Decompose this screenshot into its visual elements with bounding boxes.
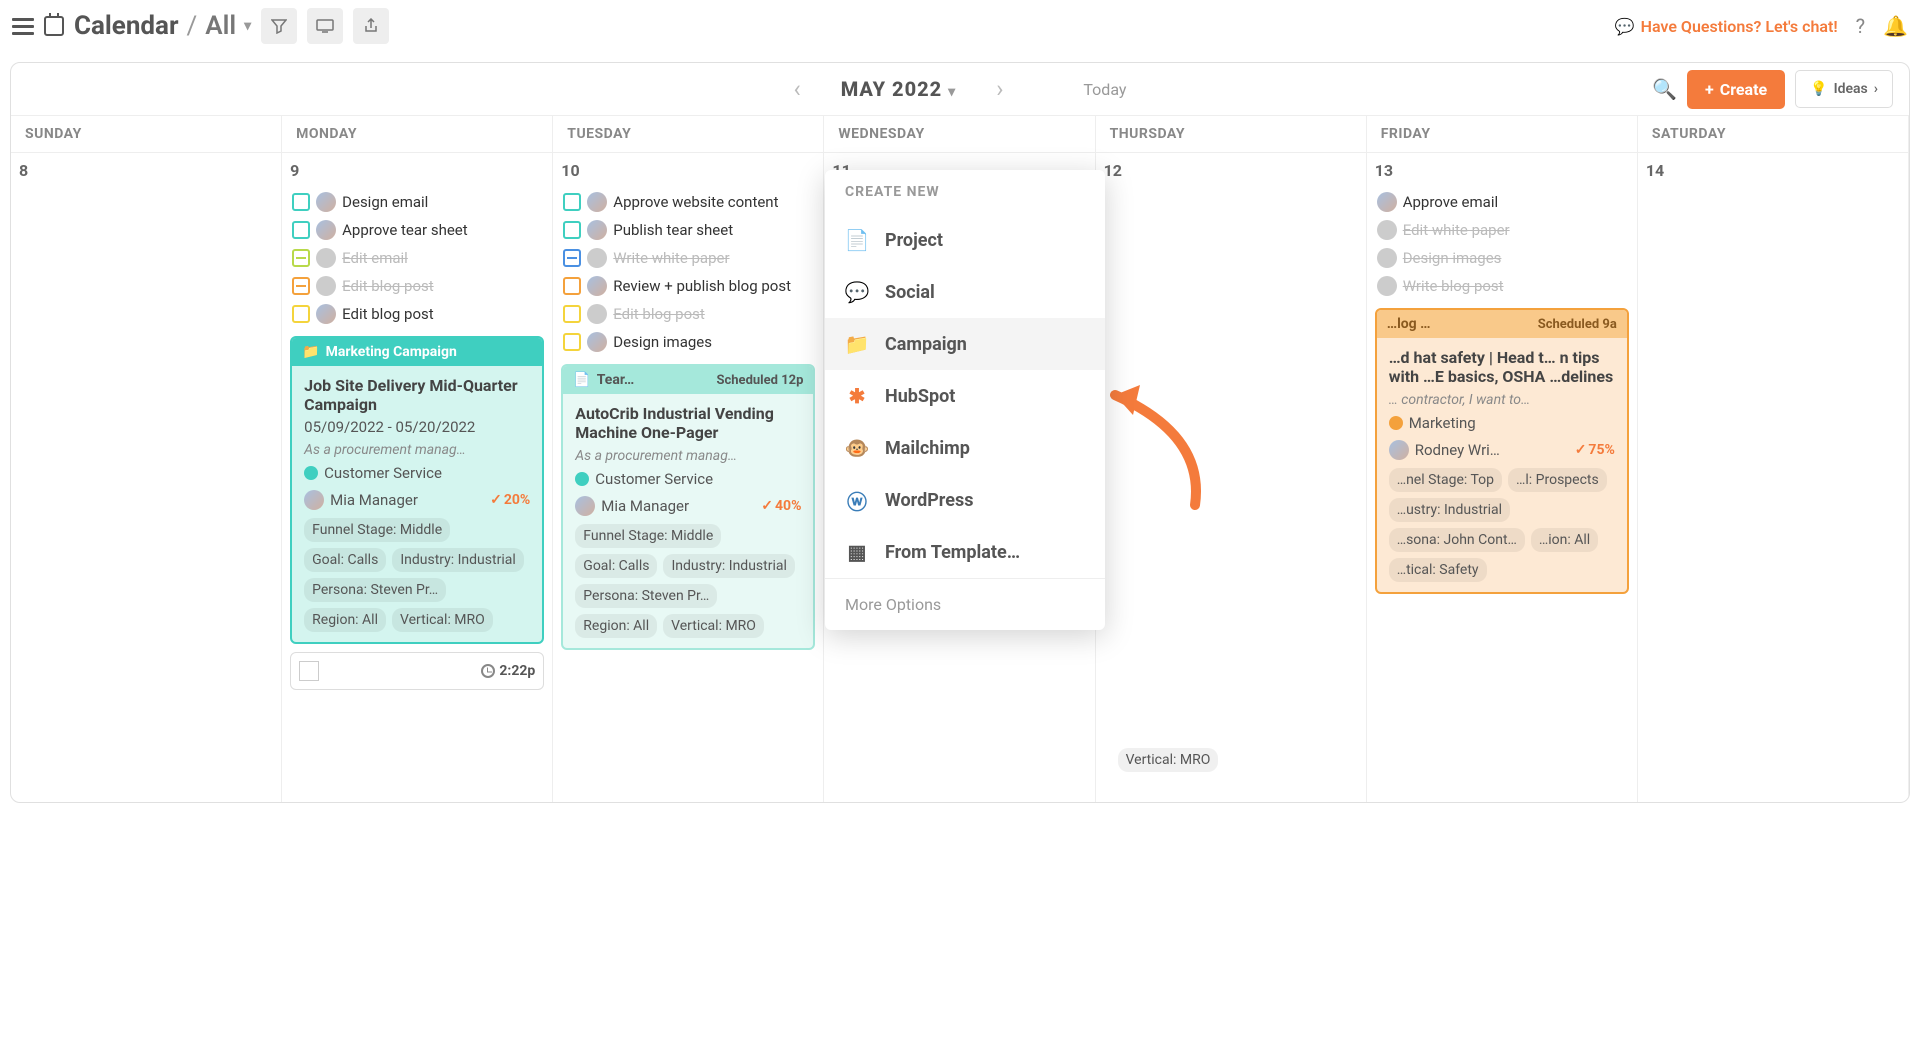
task[interactable]: Design images	[1375, 244, 1629, 272]
task[interactable]: Approve tear sheet	[290, 216, 544, 244]
task[interactable]: Edit blog post	[290, 272, 544, 300]
menu-icon[interactable]	[12, 18, 34, 35]
wordpress-icon: ⓦ	[845, 488, 869, 512]
dd-social[interactable]: 💬Social	[825, 266, 1105, 318]
chat-icon: 💬	[845, 280, 869, 304]
day-header: SUNDAY MONDAY TUESDAY WEDNESDAY THURSDAY…	[11, 116, 1909, 152]
calendar-icon	[44, 16, 64, 36]
next-month[interactable]: ›	[996, 75, 1003, 103]
day-cell-fri[interactable]: 13 Approve email Edit white paper Design…	[1367, 152, 1638, 802]
share-button[interactable]	[353, 8, 389, 44]
task[interactable]: Approve website content	[561, 188, 815, 216]
dd-hubspot[interactable]: ✱HubSpot	[825, 370, 1105, 422]
calendar-header: ‹ MAY 2022 ▾ › Today 🔍 + Create 💡 Ideas …	[11, 63, 1909, 116]
task[interactable]: Approve email	[1375, 188, 1629, 216]
breadcrumb-sep: /	[187, 11, 198, 41]
filter-value[interactable]: All	[205, 11, 236, 41]
display-button[interactable]	[307, 8, 343, 44]
task[interactable]: Edit blog post	[561, 300, 815, 328]
dd-wordpress[interactable]: ⓦWordPress	[825, 474, 1105, 526]
today-link[interactable]: Today	[1083, 80, 1126, 99]
help-icon[interactable]: ?	[1856, 14, 1865, 38]
task[interactable]: Write white paper	[561, 244, 815, 272]
campaign-card[interactable]: 📁Marketing Campaign Job Site Delivery Mi…	[290, 336, 544, 644]
bell-icon[interactable]: 🔔	[1883, 14, 1908, 38]
mailchimp-icon: 🐵	[845, 436, 869, 460]
folder-icon: 📁	[302, 344, 319, 360]
task[interactable]: Design images	[561, 328, 815, 356]
dropdown-heading: CREATE NEW	[825, 170, 1105, 214]
breadcrumb: Calendar / All ▾	[74, 11, 251, 41]
page-title: Calendar	[74, 11, 179, 41]
image-placeholder	[299, 661, 319, 681]
chat-icon: 💬	[1615, 17, 1635, 36]
search-icon[interactable]: 🔍	[1652, 77, 1677, 101]
filter-button[interactable]	[261, 8, 297, 44]
create-button[interactable]: + Create	[1687, 70, 1785, 109]
day-cell-thu[interactable]: 12 Vertical: MRO	[1096, 152, 1367, 802]
task[interactable]: Write blog post	[1375, 272, 1629, 300]
task[interactable]: Edit email	[290, 244, 544, 272]
dd-template[interactable]: ▦From Template…	[825, 526, 1105, 578]
day-cell-tue[interactable]: 10 Approve website content Publish tear …	[553, 152, 824, 802]
dd-more[interactable]: More Options	[825, 578, 1105, 630]
content-card[interactable]: 📄Tear…Scheduled 12p AutoCrib Industrial …	[561, 364, 815, 650]
chevron-right-icon: ›	[1874, 81, 1878, 97]
dd-mailchimp[interactable]: 🐵Mailchimp	[825, 422, 1105, 474]
ideas-button[interactable]: 💡 Ideas ›	[1795, 70, 1893, 108]
create-dropdown: CREATE NEW 📄Project 💬Social 📁Campaign ✱H…	[825, 170, 1105, 630]
hubspot-icon: ✱	[845, 384, 869, 408]
doc-icon: 📄	[573, 372, 590, 388]
day-cell-mon[interactable]: 9 Design email Approve tear sheet Edit e…	[282, 152, 553, 802]
chat-link[interactable]: 💬 Have Questions? Let's chat!	[1615, 17, 1838, 36]
day-cell-sat[interactable]: 14	[1638, 152, 1909, 802]
grid-icon: ▦	[845, 540, 869, 564]
dd-project[interactable]: 📄Project	[825, 214, 1105, 266]
doc-icon: 📄	[845, 228, 869, 252]
chevron-down-icon[interactable]: ▾	[244, 18, 251, 34]
dd-campaign[interactable]: 📁Campaign	[825, 318, 1105, 370]
folder-icon: 📁	[845, 332, 869, 356]
bulb-icon: 💡	[1810, 81, 1827, 97]
task[interactable]: Design email	[290, 188, 544, 216]
prev-month[interactable]: ‹	[794, 75, 801, 103]
task[interactable]: Publish tear sheet	[561, 216, 815, 244]
topbar: Calendar / All ▾ 💬 Have Questions? Let's…	[0, 0, 1920, 52]
task[interactable]: Edit blog post	[290, 300, 544, 328]
clock-icon	[481, 664, 495, 678]
task[interactable]: Review + publish blog post	[561, 272, 815, 300]
plus-icon: +	[1705, 80, 1714, 99]
mini-card[interactable]: 2:22p	[290, 652, 544, 690]
task[interactable]: Edit white paper	[1375, 216, 1629, 244]
month-label[interactable]: MAY 2022 ▾	[841, 77, 956, 101]
blog-card[interactable]: …log …Scheduled 9a …d hat safety | Head …	[1375, 308, 1629, 594]
day-cell-sun[interactable]: 8	[11, 152, 282, 802]
